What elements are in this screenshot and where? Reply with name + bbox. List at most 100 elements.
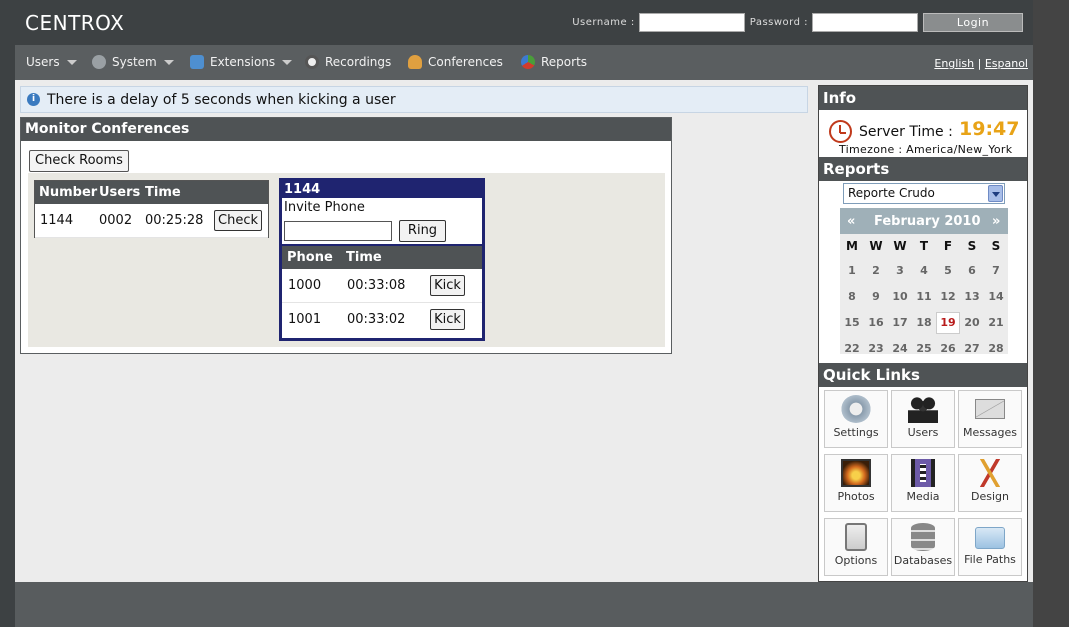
check-rooms-button[interactable]: Check Rooms bbox=[29, 150, 129, 172]
nav-reports-label: Reports bbox=[541, 55, 588, 69]
calendar-prev-button[interactable]: « bbox=[847, 214, 855, 229]
calendar-day[interactable]: 15 bbox=[840, 316, 864, 329]
quick-link-label: Options bbox=[834, 554, 878, 567]
chevron-down-icon[interactable] bbox=[988, 185, 1003, 202]
nav-users[interactable]: Users bbox=[26, 55, 77, 69]
calendar-day[interactable]: 8 bbox=[840, 290, 864, 303]
photo-icon bbox=[841, 459, 871, 487]
quick-link-settings[interactable]: Settings bbox=[824, 390, 888, 448]
conference-detail: 1144 Invite Phone Ring Phone Time 1000 0… bbox=[279, 178, 485, 341]
calendar-day[interactable]: 23 bbox=[864, 342, 888, 355]
monitor-content: Number Users Time 1144 0002 00:25:28 Che… bbox=[28, 173, 665, 347]
lang-separator: | bbox=[977, 57, 982, 70]
calendar-day[interactable]: 16 bbox=[864, 316, 888, 329]
calendar-day[interactable]: 5 bbox=[936, 264, 960, 277]
calendar-day[interactable]: 22 bbox=[840, 342, 864, 355]
server-time: 19:47 bbox=[959, 118, 1020, 140]
film-icon bbox=[911, 459, 935, 487]
lang-espanol-link[interactable]: Espanol bbox=[985, 57, 1028, 70]
calendar-day[interactable]: 9 bbox=[864, 290, 888, 303]
server-time-label: Server Time : bbox=[859, 124, 953, 140]
quick-link-messages[interactable]: Messages bbox=[958, 390, 1022, 448]
calendar-day[interactable]: 26 bbox=[936, 342, 960, 355]
quick-link-label: Photos bbox=[837, 490, 875, 503]
login-button[interactable]: Login bbox=[923, 13, 1023, 32]
calendar-next-button[interactable]: » bbox=[992, 214, 1000, 229]
check-button[interactable]: Check bbox=[214, 210, 262, 231]
calendar-day[interactable]: 1 bbox=[840, 264, 864, 277]
invite-phone-input[interactable] bbox=[284, 221, 392, 241]
username-input[interactable] bbox=[638, 13, 745, 32]
reports-title: Reports bbox=[819, 157, 1027, 181]
nav-system[interactable]: System bbox=[92, 55, 174, 69]
participant-phone: 1001 bbox=[288, 312, 322, 327]
lang-english-link[interactable]: English bbox=[934, 57, 974, 70]
ring-button[interactable]: Ring bbox=[399, 220, 446, 242]
quick-link-users[interactable]: Users bbox=[891, 390, 955, 448]
calendar-day[interactable]: 11 bbox=[912, 290, 936, 303]
calendar-day[interactable]: 17 bbox=[888, 316, 912, 329]
calendar-day[interactable]: 25 bbox=[912, 342, 936, 355]
report-select[interactable]: Reporte Crudo bbox=[843, 183, 1005, 204]
nav-extensions[interactable]: Extensions bbox=[190, 55, 293, 69]
calendar-day[interactable]: 10 bbox=[888, 290, 912, 303]
password-label: Password : bbox=[749, 17, 808, 28]
page: CENTROX Username : Password : Login User… bbox=[15, 0, 1033, 627]
info-title: Info bbox=[819, 86, 1027, 110]
table-row: 1000 00:33:08 Kick bbox=[282, 269, 482, 303]
calendar-day[interactable]: 7 bbox=[984, 264, 1008, 277]
rooms-table: Number Users Time 1144 0002 00:25:28 Che… bbox=[34, 180, 269, 238]
calendar-day[interactable]: 20 bbox=[960, 316, 984, 329]
quick-link-file-paths[interactable]: File Paths bbox=[958, 518, 1022, 576]
window-edge bbox=[1033, 0, 1069, 627]
calendar-day[interactable]: 21 bbox=[984, 316, 1008, 329]
calendar-day[interactable]: 27 bbox=[960, 342, 984, 355]
calendar-day[interactable]: 13 bbox=[960, 290, 984, 303]
nav-extensions-label: Extensions bbox=[210, 55, 276, 69]
quick-link-design[interactable]: Design bbox=[958, 454, 1022, 512]
language-switcher: English | Espanol bbox=[934, 57, 1028, 70]
calendar-month: February 2010 bbox=[874, 214, 981, 229]
quick-link-options[interactable]: Options bbox=[824, 518, 888, 576]
calendar-day-today[interactable]: 19 bbox=[936, 312, 960, 334]
quick-link-photos[interactable]: Photos bbox=[824, 454, 888, 512]
participants-table: Phone Time 1000 00:33:08 Kick 1001 00:33… bbox=[282, 244, 482, 337]
alert-text: There is a delay of 5 seconds when kicki… bbox=[47, 91, 396, 108]
calendar-weekday: W bbox=[893, 239, 907, 253]
switch-icon bbox=[845, 523, 867, 551]
calendar-weekday: S bbox=[967, 239, 977, 253]
info-icon: i bbox=[27, 93, 40, 106]
quick-link-label: Settings bbox=[833, 426, 879, 439]
nav-reports[interactable]: Reports bbox=[521, 55, 587, 69]
password-input[interactable] bbox=[812, 13, 918, 32]
calendar-day[interactable]: 3 bbox=[888, 264, 912, 277]
kick-button[interactable]: Kick bbox=[430, 309, 465, 330]
calendar-day[interactable]: 12 bbox=[936, 290, 960, 303]
calendar-day[interactable]: 28 bbox=[984, 342, 1008, 355]
kick-button[interactable]: Kick bbox=[430, 275, 465, 296]
calendar-day[interactable]: 14 bbox=[984, 290, 1008, 303]
column-header: Number bbox=[39, 185, 98, 200]
calendar-day[interactable]: 24 bbox=[888, 342, 912, 355]
calendar-day[interactable]: 4 bbox=[912, 264, 936, 277]
room-time: 00:25:28 bbox=[145, 213, 204, 228]
quick-link-label: Databases bbox=[893, 554, 953, 567]
quick-link-media[interactable]: Media bbox=[891, 454, 955, 512]
calendar-day[interactable]: 6 bbox=[960, 264, 984, 277]
username-label: Username : bbox=[572, 17, 635, 28]
room-number: 1144 bbox=[40, 213, 74, 228]
users-icon bbox=[908, 395, 938, 423]
nav-recordings[interactable]: Recordings bbox=[305, 55, 391, 69]
calendar-weekday: W bbox=[869, 239, 883, 253]
phone-icon bbox=[190, 55, 204, 69]
quick-link-databases[interactable]: Databases bbox=[891, 518, 955, 576]
nav-conferences[interactable]: Conferences bbox=[408, 55, 503, 69]
calendar-weekday: F bbox=[943, 239, 953, 253]
column-header: Users bbox=[99, 185, 141, 200]
chevron-down-icon bbox=[163, 59, 174, 65]
calendar-day[interactable]: 18 bbox=[912, 316, 936, 329]
calendar-day[interactable]: 2 bbox=[864, 264, 888, 277]
gear-icon bbox=[92, 55, 106, 69]
participant-time: 00:33:08 bbox=[347, 278, 406, 293]
quick-link-label: Users bbox=[907, 426, 939, 439]
